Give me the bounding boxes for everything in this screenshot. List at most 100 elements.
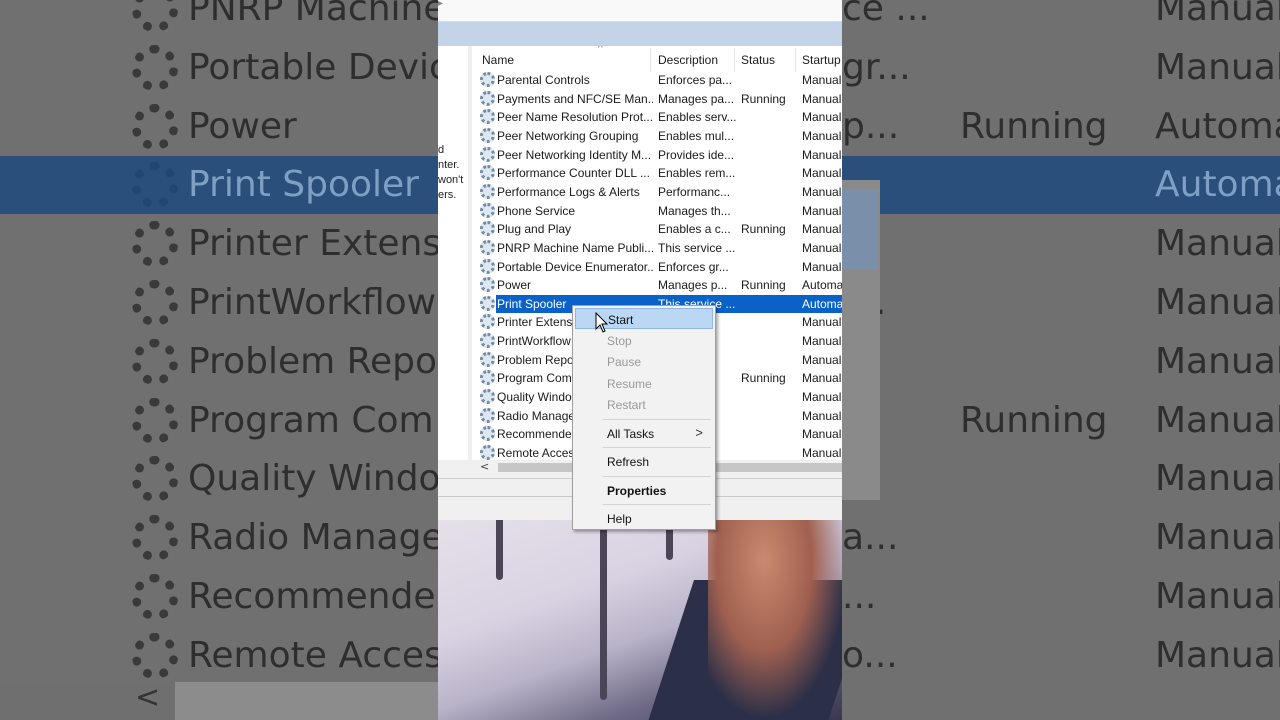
background-name: Recommende [188,576,436,617]
background-desc: ce ... [842,0,930,29]
description-text: ers. [438,189,457,201]
menu-item-label: Start [608,313,634,327]
background-startup: Manual [1155,517,1280,558]
column-header-name[interactable]: Name [482,53,514,67]
service-startup: Manual [802,315,842,330]
service-startup: Manual [802,371,842,386]
service-row[interactable]: Peer Networking Identity M... Provides id… [478,146,842,164]
background-scroll-left-icon: < [135,680,161,715]
service-name: Performance Logs & Alerts [497,184,640,199]
menu-item-label: All Tasks [607,426,655,441]
service-name: Power [497,278,532,293]
column-divider[interactable] [650,48,651,72]
service-description: Enables serv... [658,110,736,125]
service-name: Phone Service [497,203,576,218]
service-row[interactable]: Performance Counter DLL ... Enables rem..… [478,164,842,182]
service-description: This service ... [658,240,736,255]
background-menu-highlight [842,190,878,270]
service-startup: Manual [802,166,842,181]
service-status: Running [741,278,786,293]
service-status: Running [741,371,786,386]
gear-icon [132,162,178,208]
background-startup: Manual [1155,576,1280,617]
gear-icon [132,456,178,502]
arrow-icon: ▸ [438,0,444,9]
service-name: Portable Device Enumerator... [497,259,653,274]
gear-icon [480,389,495,405]
description-text: nter. [438,159,460,171]
column-divider[interactable] [795,48,796,72]
service-status: Running [741,222,786,237]
menu-item-pause: Pause [575,351,713,372]
service-startup: Manual [802,128,842,143]
service-row[interactable]: PNRP Machine Name Publi... This service .… [478,239,842,257]
service-row[interactable]: Payments and NFC/SE Man... Manages pa... R… [478,90,842,108]
service-row[interactable]: Portable Device Enumerator... Enforces gr… [478,258,842,276]
service-startup: Manual [802,352,842,367]
menu-item-restart: Restart [575,394,713,415]
description-text: d [438,144,445,156]
gear-icon [480,72,495,87]
background-name: Radio Manage [188,517,444,558]
menu-item-help[interactable]: Help [575,508,713,529]
gear-icon [480,258,495,274]
service-startup: Manual [802,147,842,162]
chevron-right-icon: > [695,424,703,440]
menu-item-all-tasks[interactable]: All Tasks > [575,423,713,444]
service-startup: Automa [802,278,842,293]
service-startup: Manual [802,110,842,125]
background-desc: ... [842,576,877,617]
column-header-startup[interactable]: Startup [802,53,841,67]
column-header-status[interactable]: Status [741,53,775,67]
gear-icon [132,280,178,326]
background-status: Running [960,400,1108,441]
service-startup: Manual [802,240,842,255]
scroll-left-icon[interactable]: < [480,460,489,473]
gear-icon [480,277,495,293]
service-row[interactable]: Performance Logs & Alerts Performanc... Ma… [478,183,842,201]
menu-item-label: Restart [607,398,646,412]
service-row[interactable]: Phone Service Manages th... Manual [478,202,842,220]
service-row[interactable]: Plug and Play Enables a c... Running Manual [478,220,842,238]
gear-icon [132,221,178,267]
service-name: Peer Name Resolution Prot... [497,110,653,125]
service-startup: Manual [802,203,842,218]
gear-icon [480,90,495,106]
service-name: Parental Controls [497,73,590,87]
gear-icon [132,339,178,385]
menu-item-refresh[interactable]: Refresh [575,451,713,472]
menu-item-properties[interactable]: Properties [575,480,713,501]
column-header-description[interactable]: Description [658,53,718,67]
service-description: Manages th... [658,203,731,218]
service-row[interactable]: Parental Controls Enforces pa... Manual [478,71,842,89]
gear-icon [480,295,495,311]
service-description: Enables rem... [658,166,736,181]
service-row[interactable]: Power Manages p... Running Automa [478,276,842,294]
background-name: PrintWorkflow [188,282,437,323]
gear-icon [480,221,495,237]
service-startup: Manual [802,73,842,87]
service-name: Peer Networking Grouping [497,128,639,143]
column-headers: ^ Name Description Status Startup [472,46,842,72]
service-description: Enforces pa... [658,73,733,87]
service-row[interactable]: Peer Name Resolution Prot... Enables serv… [478,108,842,126]
gear-icon [132,104,178,150]
gear-icon [480,426,495,442]
menu-item-label: Refresh [607,455,650,469]
service-row[interactable]: Peer Networking Grouping Enables mul... Ma… [478,127,842,145]
background-desc: p... [842,106,900,147]
gear-icon [480,202,495,218]
gear-icon [132,515,178,561]
background-name: PNRP Machine [188,0,446,29]
gear-icon [132,45,178,91]
service-name: Payments and NFC/SE Man... [497,91,653,106]
background-startup: Manual [1155,341,1280,382]
column-divider[interactable] [734,48,735,72]
service-description: Manages p... [658,278,728,293]
service-description: Manages pa... [658,91,735,106]
gear-icon [480,351,495,367]
background-startup: Manual [1155,282,1280,323]
service-startup: Manual [802,259,842,274]
service-name: Plug and Play [497,222,572,237]
menu-item-label: Stop [607,333,632,348]
